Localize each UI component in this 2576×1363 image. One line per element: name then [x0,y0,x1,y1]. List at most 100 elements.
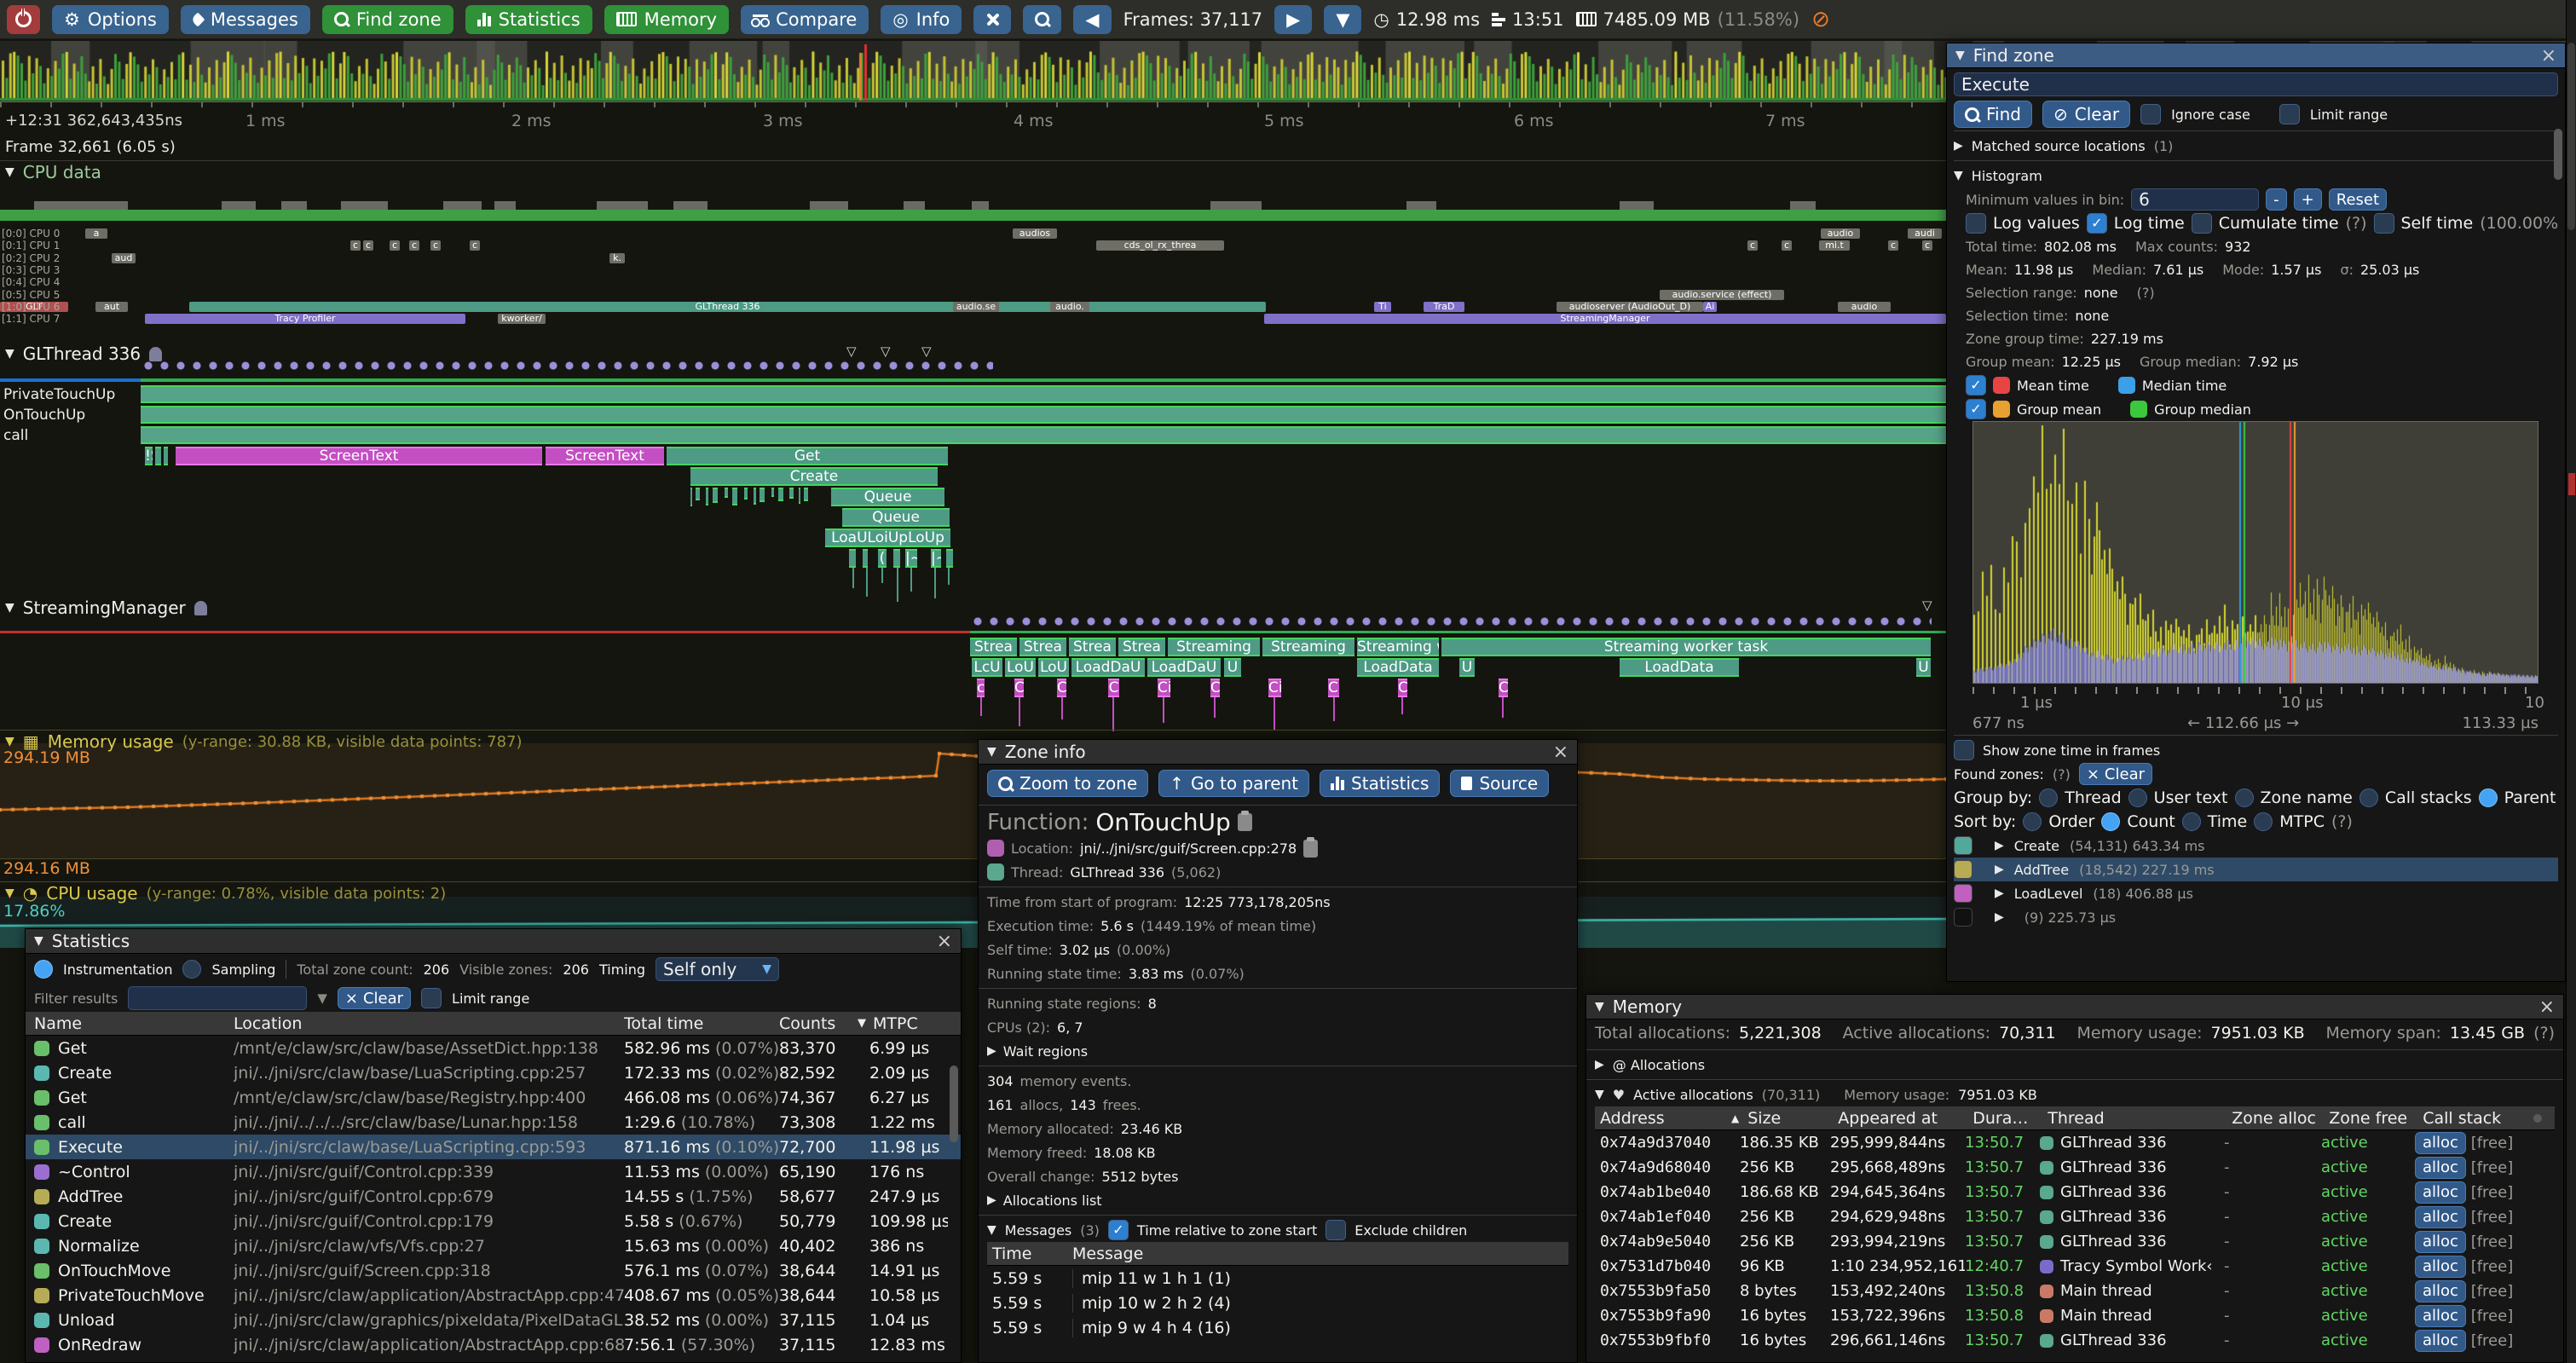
messages-button[interactable]: Messages [181,5,310,34]
sampling-radio[interactable] [182,960,201,979]
timeline-zone[interactable]: C [1057,679,1066,697]
timeline-zone[interactable]: Ci [1158,679,1170,697]
timeline-zone[interactable]: U [1916,658,1931,677]
exclude-children-checkbox[interactable] [1326,1220,1346,1240]
timeline-zone[interactable]: ( [878,549,887,568]
legend-checkbox[interactable]: ✓ [1966,375,1986,396]
timeline-zone[interactable]: LoU [1038,658,1069,677]
timeline-zone-tiny[interactable] [690,488,692,506]
timeline-zone[interactable]: Strea [970,638,1017,656]
timeline-zone[interactable] [164,447,168,465]
expand-icon[interactable]: ▶ [1995,839,2004,852]
timeline-zone[interactable]: U [1459,658,1475,677]
timeline-zone[interactable]: U [1224,658,1241,677]
found-zone-row[interactable]: ▶ (9) 225.73 µs [1954,905,2558,929]
sortby-radio-order[interactable] [2023,812,2042,831]
memory-row[interactable]: 0x74ab1be040 186.68 KB 294,645,364ns 13:… [1595,1180,2555,1204]
streaming-header[interactable]: ▼StreamingManager [5,598,207,618]
groupby-radio-user-text[interactable] [2128,788,2147,807]
timeline-zone[interactable]: Cl [1328,679,1339,697]
memory-row[interactable]: 0x7553b9fa50 8 bytes 153,492,240ns 13:50… [1595,1279,2555,1303]
alloc-button[interactable]: alloc [2415,1280,2466,1302]
memory-row[interactable]: 0x74ab1ef040 256 KB 294,629,948ns 13:50.… [1595,1204,2555,1229]
thread-stack-zone[interactable] [141,426,1946,444]
active-alloc-collapse-icon[interactable]: ▼ [1595,1088,1604,1101]
clipboard-icon[interactable] [1303,840,1318,858]
ignore-case-checkbox[interactable] [2140,104,2161,124]
message-row[interactable]: 5.59 s mip 11 w 1 h 1 (1) [987,1266,1568,1291]
close-icon[interactable]: × [2539,996,2555,1018]
memory-usage-graph[interactable] [0,743,1946,859]
timeline-zone[interactable]: !S [145,447,153,465]
table-row[interactable]: Unload jni/../jni/src/claw/graphics/pixe… [26,1308,961,1332]
timeline-zone[interactable]: Ci [1268,679,1281,697]
found-clear-button[interactable]: ×Clear [2079,763,2152,785]
timeline-zone[interactable] [849,549,856,568]
expand-icon[interactable]: ▶ [1995,887,2004,900]
timeline-zone[interactable] [893,549,900,568]
cpu-zone[interactable]: audio.se [953,302,999,312]
cpu-zone[interactable]: mi.t [1819,240,1850,251]
memory-row[interactable]: 0x74ab9e5040 256 KB 293,994,219ns 13:50.… [1595,1229,2555,1254]
timeline-zone-tiny[interactable] [696,488,700,500]
timeline-zone[interactable]: Streaming [1168,638,1260,656]
groupby-radio-parent[interactable] [2479,788,2498,807]
alloc-button[interactable]: alloc [2415,1157,2466,1179]
memory-row[interactable]: 0x7531d7b040 96 KB 1:10 234,952,161 12:4… [1595,1254,2555,1279]
cpu-zone[interactable]: Ti [1374,302,1391,312]
histogram-collapse-icon[interactable]: ▼ [1954,169,1963,182]
options-button[interactable]: ⚙Options [52,5,169,34]
cpu-data-header[interactable]: ▼CPU data [5,162,101,182]
found-zone-row[interactable]: ▶ Create(54,131) 643.34 ms [1954,834,2558,858]
sortby-radio-time[interactable] [2182,812,2201,831]
sortby-radio-mtpc[interactable] [2254,812,2273,831]
plus-button[interactable]: + [2294,188,2322,211]
timeline-zone[interactable]: Create [690,467,938,486]
timing-dropdown[interactable]: Self only▼ [656,957,779,981]
statistics-table-header[interactable]: Name Location Total time Counts▼ MTPC [26,1012,961,1036]
groupby-radio-call-stacks[interactable] [2359,788,2378,807]
allocations-collapse-icon[interactable]: ▶ [1595,1058,1604,1071]
timeline-zone[interactable] [863,549,868,568]
limit-range-checkbox[interactable] [2279,104,2300,124]
zone-marker[interactable]: ▽ [881,344,891,359]
cpu-zone[interactable]: k. [609,253,625,263]
timeline-zone[interactable]: Strea [1019,638,1066,656]
timeline-zone-tiny[interactable] [744,488,748,500]
groupby-radio-zone-name[interactable] [2235,788,2254,807]
cpu-zone[interactable]: audio.service (effect) [1660,290,1784,300]
find-zone-search-input[interactable]: Execute [1954,72,2558,96]
table-row[interactable]: Execute jni/../jni/src/claw/base/LuaScri… [26,1135,961,1159]
alloc-button[interactable]: alloc [2415,1231,2466,1253]
alloc-button[interactable]: alloc [2415,1206,2466,1228]
timeline-zone[interactable]: LoU [1005,658,1036,677]
find-zone-histogram[interactable] [1972,421,2538,684]
table-row[interactable]: Create jni/../jni/src/guif/Control.cpp:1… [26,1209,961,1233]
table-row[interactable]: OnTouchMove jni/../jni/src/guif/Screen.c… [26,1258,961,1283]
close-icon[interactable]: × [937,931,952,952]
message-row[interactable]: 5.59 s mip 9 w 4 h 4 (16) [987,1315,1568,1340]
cpu-zone[interactable]: aut [95,302,128,312]
cpu-zone[interactable]: c [350,240,361,251]
goto-frame-button[interactable]: ▼ [1324,5,1361,34]
log-values-checkbox[interactable] [1966,213,1986,234]
statistics-scrollbar[interactable] [950,1066,958,1142]
cpu-zone[interactable]: audio. [1050,302,1089,312]
clear-filter-button[interactable]: ×Clear [338,987,411,1009]
alloc-button[interactable]: alloc [2415,1305,2466,1327]
cpu-zone[interactable]: c [1747,240,1758,251]
timeline-zone-tiny[interactable] [732,488,737,505]
find-zone-scrollbar[interactable] [2554,129,2562,180]
zone-marker[interactable]: ▽ [921,344,932,359]
statistics-button[interactable]: Statistics [465,5,592,34]
cpu-zone[interactable]: a [85,228,107,239]
find-zone-title[interactable]: ▼Find zone × [1947,43,2565,68]
timeline-zone-tiny[interactable] [706,488,708,505]
found-zone-row[interactable]: ▶ LoadLevel(18) 406.88 µs [1954,881,2558,905]
cpu-zone[interactable]: GLThread 336 [189,302,1266,312]
timeline-zone[interactable]: Strea [1069,638,1116,656]
cpu-zone[interactable]: c [430,240,441,251]
zone-statistics-button[interactable]: Statistics [1320,770,1440,797]
message-row[interactable]: 5.59 s mip 10 w 2 h 2 (4) [987,1291,1568,1315]
timeline-zone[interactable] [946,549,953,568]
